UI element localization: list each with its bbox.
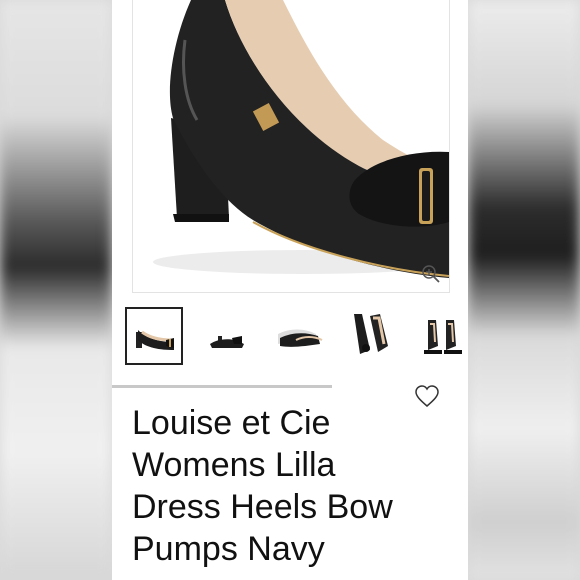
product-title-line-4: Pumps Navy (132, 530, 325, 568)
product-title-line-2: Womens Lilla (132, 446, 336, 484)
thumbnail-5[interactable] (416, 308, 468, 364)
shoe-thumbnail-icon (424, 320, 462, 354)
thumbnail-strip (125, 307, 468, 368)
shoe-thumbnail-icon (210, 336, 244, 348)
product-title-line-3: Dress Heels Bow (132, 488, 393, 526)
product-card: Louise et Cie Womens Lilla Dress Heels B… (112, 0, 468, 580)
thumbnail-1[interactable] (125, 307, 183, 365)
shoe-thumbnail-icon (136, 330, 174, 350)
gallery-scroll-indicator (112, 385, 332, 388)
thumbnail-2[interactable] (200, 308, 256, 364)
thumbnail-3[interactable] (272, 308, 328, 364)
blurred-background-right (468, 0, 580, 580)
product-title-line-1: Louise et Cie (132, 404, 331, 442)
product-main-image[interactable] (132, 0, 450, 293)
thumbnail-4[interactable] (344, 308, 400, 364)
product-title: Louise et Cie Womens Lilla Dress Heels B… (132, 402, 452, 570)
shoe-thumbnail-icon (354, 314, 388, 354)
shoe-image (153, 0, 449, 278)
shoe-thumbnail-icon (278, 329, 323, 347)
zoom-in-icon[interactable] (421, 264, 441, 284)
blurred-background-left (0, 0, 112, 580)
